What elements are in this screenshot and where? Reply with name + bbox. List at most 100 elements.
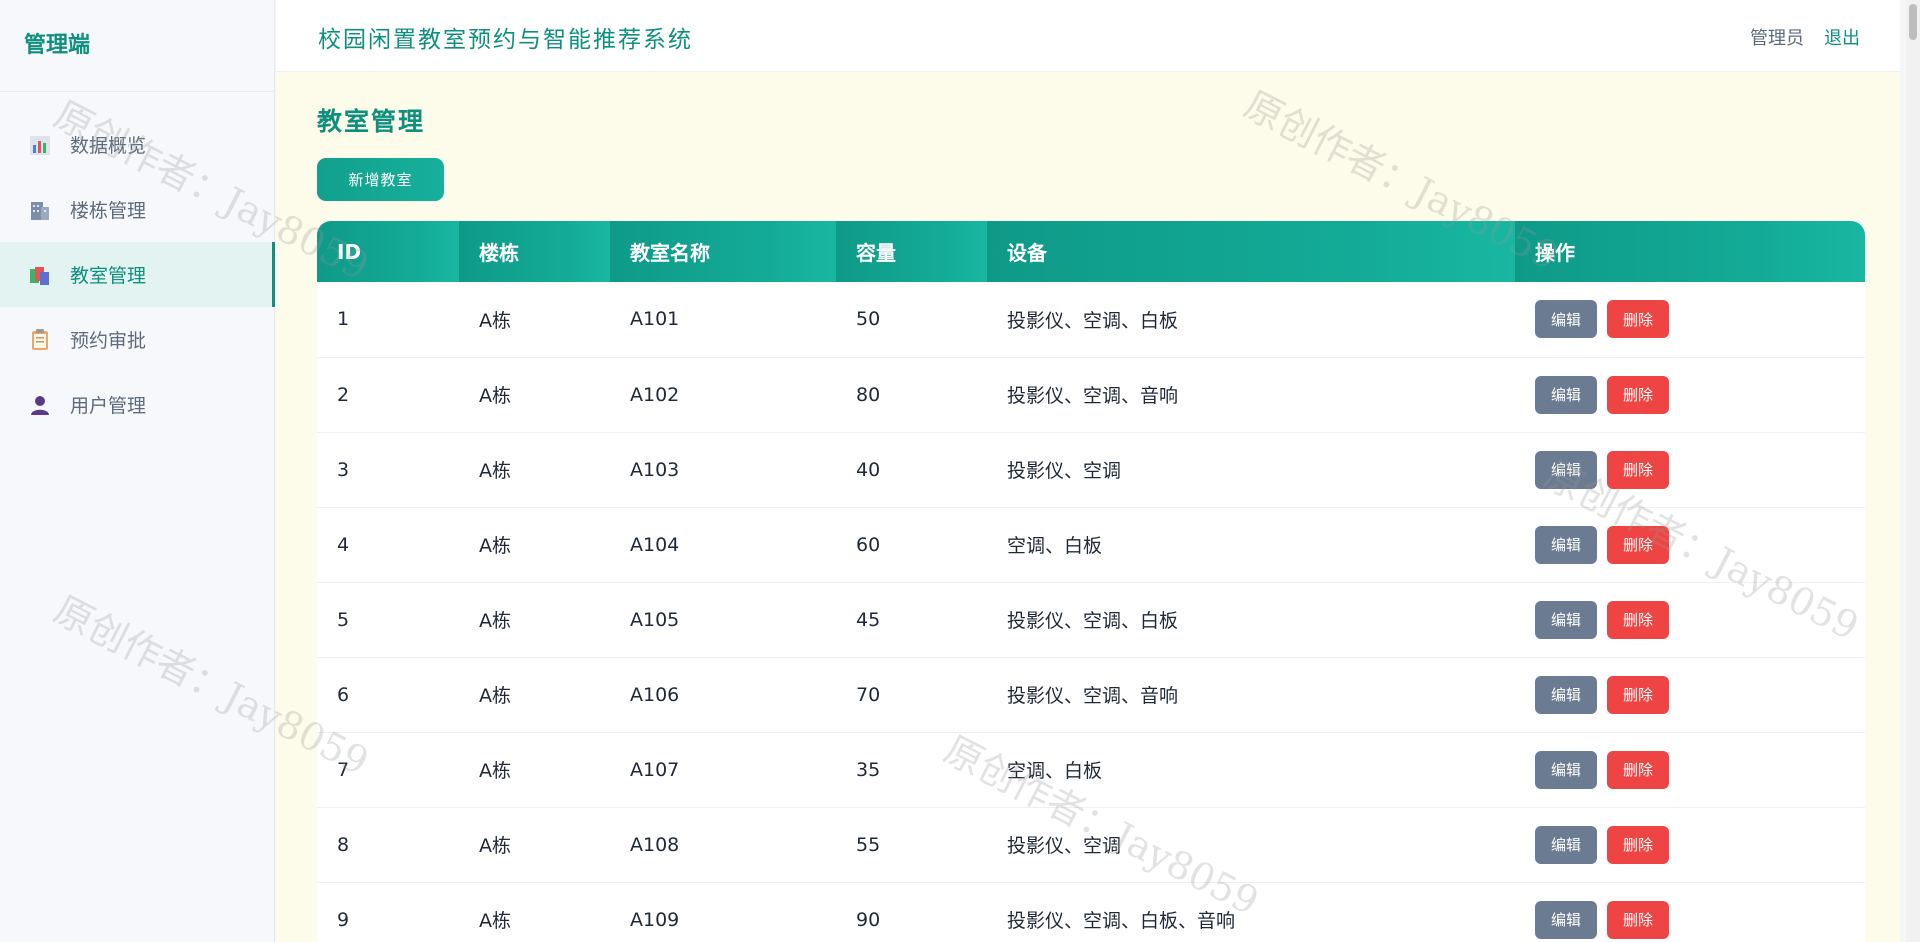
cell-name: A103 bbox=[610, 432, 836, 508]
edit-button[interactable]: 编辑 bbox=[1535, 300, 1597, 339]
cell-actions: 编辑 删除 bbox=[1515, 732, 1865, 808]
cell-name: A106 bbox=[610, 657, 836, 733]
delete-button[interactable]: 删除 bbox=[1607, 450, 1669, 489]
sidebar-item-dashboard[interactable]: 数据概览 bbox=[0, 112, 274, 177]
cell-id: 6 bbox=[317, 657, 459, 733]
sidebar-item-users[interactable]: 用户管理 bbox=[0, 372, 274, 437]
cell-equipment: 投影仪、空调、白板、音响 bbox=[987, 882, 1515, 942]
table-row: 2 A栋 A102 80 投影仪、空调、音响 编辑 删除 bbox=[317, 357, 1865, 433]
table-row: 8 A栋 A108 55 投影仪、空调 编辑 删除 bbox=[317, 807, 1865, 883]
cell-actions: 编辑 删除 bbox=[1515, 357, 1865, 433]
table-row: 3 A栋 A103 40 投影仪、空调 编辑 删除 bbox=[317, 432, 1865, 508]
cell-building: A栋 bbox=[459, 807, 610, 883]
cell-id: 2 bbox=[317, 357, 459, 433]
delete-button[interactable]: 删除 bbox=[1607, 300, 1669, 339]
cell-equipment: 空调、白板 bbox=[987, 732, 1515, 808]
main-content: 教室管理 新增教室 ID 楼栋 教室名称 容量 设备 操作 1 A栋 A101 50 投… bbox=[276, 72, 1900, 942]
cell-capacity: 70 bbox=[836, 657, 987, 733]
table-row: 9 A栋 A109 90 投影仪、空调、白板、音响 编辑 删除 bbox=[317, 882, 1865, 942]
row-actions: 编辑 删除 bbox=[1535, 600, 1865, 639]
delete-button[interactable]: 删除 bbox=[1607, 375, 1669, 414]
sidebar-menu: 数据概览 楼栋管理 教室管理 预约审批 用户管理 bbox=[0, 112, 275, 437]
cell-capacity: 35 bbox=[836, 732, 987, 808]
edit-button[interactable]: 编辑 bbox=[1535, 825, 1597, 864]
delete-button[interactable]: 删除 bbox=[1607, 900, 1669, 939]
row-actions: 编辑 删除 bbox=[1535, 375, 1865, 414]
row-actions: 编辑 删除 bbox=[1535, 825, 1865, 864]
building-icon bbox=[28, 198, 52, 222]
brand-title: 管理端 bbox=[0, 0, 274, 92]
table-body: 1 A栋 A101 50 投影仪、空调、白板 编辑 删除 2 A栋 A102 80 投影仪、空调、音响… bbox=[317, 282, 1865, 942]
column-header-actions: 操作 bbox=[1515, 221, 1865, 282]
edit-button[interactable]: 编辑 bbox=[1535, 450, 1597, 489]
cell-capacity: 90 bbox=[836, 882, 987, 942]
delete-button[interactable]: 删除 bbox=[1607, 600, 1669, 639]
cell-building: A栋 bbox=[459, 282, 610, 358]
column-header-equipment: 设备 bbox=[987, 221, 1515, 282]
table-row: 4 A栋 A104 60 空调、白板 编辑 删除 bbox=[317, 507, 1865, 583]
delete-button[interactable]: 删除 bbox=[1607, 825, 1669, 864]
row-actions: 编辑 删除 bbox=[1535, 675, 1865, 714]
cell-equipment: 投影仪、空调、白板 bbox=[987, 282, 1515, 358]
row-actions: 编辑 删除 bbox=[1535, 300, 1865, 339]
cell-capacity: 40 bbox=[836, 432, 987, 508]
bar-chart-icon bbox=[28, 133, 52, 157]
delete-button[interactable]: 删除 bbox=[1607, 525, 1669, 564]
sidebar-item-label: 用户管理 bbox=[70, 395, 147, 417]
cell-id: 3 bbox=[317, 432, 459, 508]
cell-building: A栋 bbox=[459, 432, 610, 508]
cell-id: 7 bbox=[317, 732, 459, 808]
sidebar-item-label: 楼栋管理 bbox=[70, 200, 147, 222]
cell-actions: 编辑 删除 bbox=[1515, 882, 1865, 942]
edit-button[interactable]: 编辑 bbox=[1535, 900, 1597, 939]
scrollbar-thumb[interactable] bbox=[1909, 4, 1917, 40]
edit-button[interactable]: 编辑 bbox=[1535, 600, 1597, 639]
sidebar-item-label: 教室管理 bbox=[70, 265, 147, 287]
row-actions: 编辑 删除 bbox=[1535, 900, 1865, 939]
cell-id: 9 bbox=[317, 882, 459, 942]
cell-capacity: 80 bbox=[836, 357, 987, 433]
cell-equipment: 投影仪、空调、白板 bbox=[987, 582, 1515, 658]
delete-button[interactable]: 删除 bbox=[1607, 675, 1669, 714]
cell-name: A104 bbox=[610, 507, 836, 583]
cell-name: A108 bbox=[610, 807, 836, 883]
cell-id: 8 bbox=[317, 807, 459, 883]
cell-equipment: 投影仪、空调、音响 bbox=[987, 357, 1515, 433]
classroom-table-container: ID 楼栋 教室名称 容量 设备 操作 1 A栋 A101 50 投影仪、空调、白板 编辑… bbox=[317, 221, 1865, 942]
page-scrollbar[interactable] bbox=[1906, 0, 1920, 942]
table-row: 6 A栋 A106 70 投影仪、空调、音响 编辑 删除 bbox=[317, 657, 1865, 733]
cell-name: A102 bbox=[610, 357, 836, 433]
cell-name: A107 bbox=[610, 732, 836, 808]
add-classroom-button[interactable]: 新增教室 bbox=[317, 158, 444, 201]
cell-actions: 编辑 删除 bbox=[1515, 807, 1865, 883]
cell-capacity: 45 bbox=[836, 582, 987, 658]
cell-building: A栋 bbox=[459, 657, 610, 733]
sidebar-item-buildings[interactable]: 楼栋管理 bbox=[0, 177, 274, 242]
sidebar-item-label: 预约审批 bbox=[70, 330, 147, 352]
cell-capacity: 60 bbox=[836, 507, 987, 583]
edit-button[interactable]: 编辑 bbox=[1535, 750, 1597, 789]
top-bar: 校园闲置教室预约与智能推荐系统 管理员 退出 bbox=[276, 0, 1900, 72]
cell-capacity: 50 bbox=[836, 282, 987, 358]
delete-button[interactable]: 删除 bbox=[1607, 750, 1669, 789]
user-icon bbox=[28, 393, 52, 417]
cell-id: 1 bbox=[317, 282, 459, 358]
edit-button[interactable]: 编辑 bbox=[1535, 525, 1597, 564]
cell-actions: 编辑 删除 bbox=[1515, 282, 1865, 358]
sidebar-item-classrooms[interactable]: 教室管理 bbox=[0, 242, 275, 307]
table-row: 1 A栋 A101 50 投影仪、空调、白板 编辑 删除 bbox=[317, 282, 1865, 358]
row-actions: 编辑 删除 bbox=[1535, 750, 1865, 789]
cell-equipment: 投影仪、空调 bbox=[987, 432, 1515, 508]
edit-button[interactable]: 编辑 bbox=[1535, 375, 1597, 414]
sidebar: 管理端 数据概览 楼栋管理 教室管理 预约审批 用户管理 bbox=[0, 0, 275, 942]
top-right-links: 管理员 退出 bbox=[1750, 24, 1860, 50]
edit-button[interactable]: 编辑 bbox=[1535, 675, 1597, 714]
cell-building: A栋 bbox=[459, 882, 610, 942]
column-header-name: 教室名称 bbox=[610, 221, 836, 282]
classroom-table: ID 楼栋 教室名称 容量 设备 操作 1 A栋 A101 50 投影仪、空调、白板 编辑… bbox=[317, 221, 1865, 942]
row-actions: 编辑 删除 bbox=[1535, 450, 1865, 489]
logout-link[interactable]: 退出 bbox=[1824, 24, 1860, 50]
current-user: 管理员 bbox=[1750, 28, 1804, 49]
cell-building: A栋 bbox=[459, 507, 610, 583]
sidebar-item-approvals[interactable]: 预约审批 bbox=[0, 307, 274, 372]
